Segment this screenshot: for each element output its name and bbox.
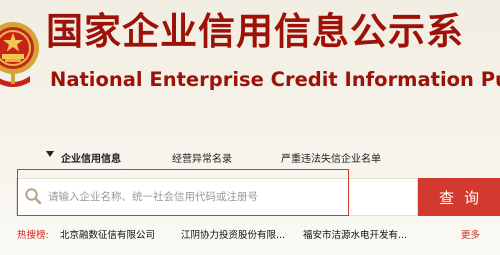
search-category-tabs: 企业信用信息 经营异常名录 严重违法失信企业名单 [0,148,500,168]
hot-search-label: 热搜榜: [17,230,49,241]
search-input[interactable] [48,188,398,206]
search-icon [25,188,42,205]
site-title-chinese: 国家企业信用信息公示系 [46,10,464,53]
search-button[interactable]: 查询 [418,178,500,216]
tab-enterprise-credit-info[interactable]: 企业信用信息 [61,150,121,165]
tab-abnormal-operation-list[interactable]: 经营异常名录 [172,150,232,165]
hot-search-row: 热搜榜: 北京融数征信有限公司 江阴协力投资股份有限... 福安市洁源水电开发有… [0,226,500,242]
national-emblem-icon [0,22,39,87]
site-header: 国家企业信用信息公示系 National Enterprise Credit I… [0,0,500,125]
hot-search-item[interactable]: 江阴协力投资股份有限... [181,227,285,241]
site-title-english: National Enterprise Credit Information P… [50,68,500,91]
more-link[interactable]: 更多 [461,227,480,241]
hot-search-item[interactable]: 福安市洁源水电开发有... [303,227,407,241]
tab-serious-violation-list[interactable]: 严重违法失信企业名单 [281,150,381,165]
hot-search-item[interactable]: 北京融数征信有限公司 [60,227,155,241]
